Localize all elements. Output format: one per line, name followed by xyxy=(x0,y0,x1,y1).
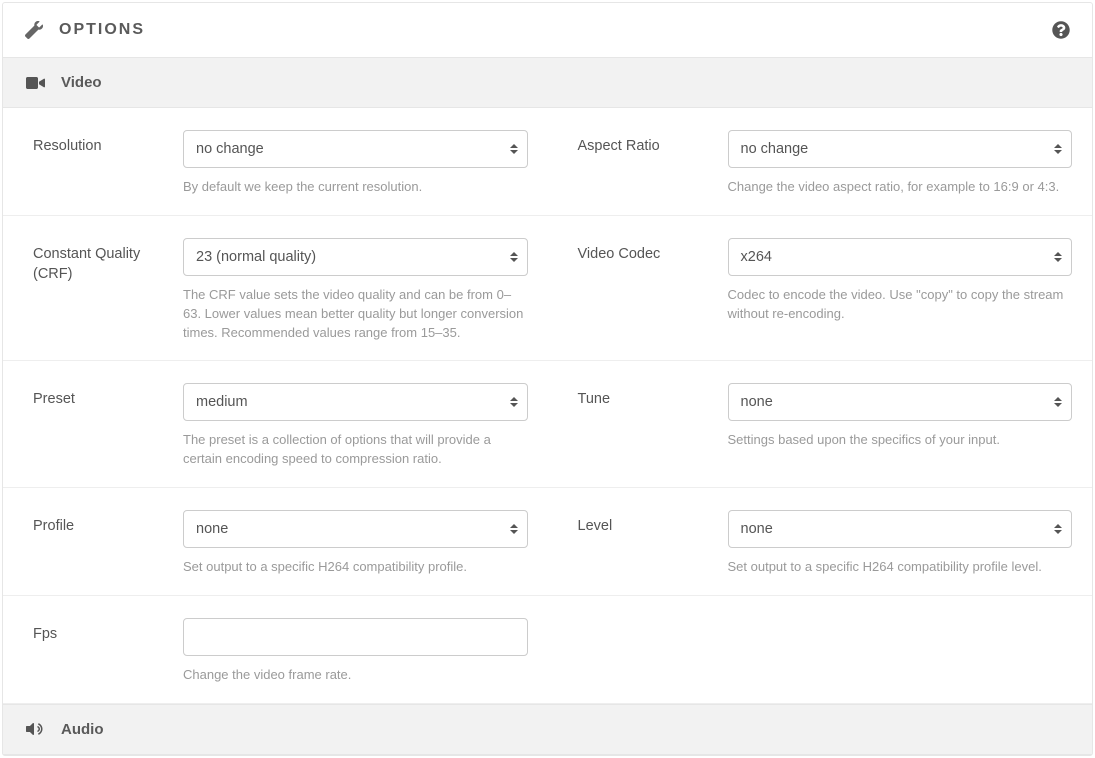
profile-help: Set output to a specific H264 compatibil… xyxy=(183,558,528,577)
help-icon[interactable] xyxy=(1052,21,1070,39)
row-fps: Fps Change the video frame rate. xyxy=(3,596,1092,704)
field-profile: Profile none Set output to a specific H2… xyxy=(3,510,548,577)
field-preset: Preset medium The preset is a collection… xyxy=(3,383,548,469)
aspect-ratio-select[interactable]: no change xyxy=(728,130,1073,168)
crf-value: 23 (normal quality) xyxy=(196,249,316,265)
tune-value: none xyxy=(741,394,773,410)
aspect-ratio-help: Change the video aspect ratio, for examp… xyxy=(728,178,1073,197)
level-help: Set output to a specific H264 compatibil… xyxy=(728,558,1073,577)
row-profile-level: Profile none Set output to a specific H2… xyxy=(3,488,1092,596)
profile-label: Profile xyxy=(3,510,183,577)
fps-input[interactable] xyxy=(183,618,528,656)
fps-help: Change the video frame rate. xyxy=(183,666,528,685)
video-codec-help: Codec to encode the video. Use "copy" to… xyxy=(728,286,1073,324)
panel-title: OPTIONS xyxy=(59,21,145,39)
audio-section-title: Audio xyxy=(61,721,104,738)
profile-value: none xyxy=(196,521,228,537)
row-resolution-aspect: Resolution no change By default we keep … xyxy=(3,108,1092,216)
level-value: none xyxy=(741,521,773,537)
resolution-select[interactable]: no change xyxy=(183,130,528,168)
resolution-label: Resolution xyxy=(3,130,183,197)
level-select[interactable]: none xyxy=(728,510,1073,548)
resolution-value: no change xyxy=(196,141,264,157)
resolution-help: By default we keep the current resolutio… xyxy=(183,178,528,197)
level-label: Level xyxy=(548,510,728,577)
field-level: Level none Set output to a specific H264… xyxy=(548,510,1093,577)
video-codec-select[interactable]: x264 xyxy=(728,238,1073,276)
field-fps: Fps Change the video frame rate. xyxy=(3,618,548,685)
row-crf-codec: Constant Quality (CRF) 23 (normal qualit… xyxy=(3,216,1092,362)
fps-label: Fps xyxy=(3,618,183,685)
row-preset-tune: Preset medium The preset is a collection… xyxy=(3,361,1092,488)
wrench-icon xyxy=(25,21,43,39)
tune-help: Settings based upon the specifics of you… xyxy=(728,431,1073,450)
volume-icon xyxy=(25,721,45,737)
video-camera-icon xyxy=(25,75,45,91)
aspect-ratio-label: Aspect Ratio xyxy=(548,130,728,197)
profile-select[interactable]: none xyxy=(183,510,528,548)
video-codec-label: Video Codec xyxy=(548,238,728,343)
field-resolution: Resolution no change By default we keep … xyxy=(3,130,548,197)
field-aspect-ratio: Aspect Ratio no change Change the video … xyxy=(548,130,1093,197)
preset-label: Preset xyxy=(3,383,183,469)
tune-select[interactable]: none xyxy=(728,383,1073,421)
tune-label: Tune xyxy=(548,383,728,469)
video-codec-value: x264 xyxy=(741,249,772,265)
options-panel: OPTIONS Video Resolution no change By de… xyxy=(2,2,1093,756)
aspect-ratio-value: no change xyxy=(741,141,809,157)
video-section-header: Video xyxy=(3,58,1092,108)
field-tune: Tune none Settings based upon the specif… xyxy=(548,383,1093,469)
panel-header: OPTIONS xyxy=(3,3,1092,58)
audio-section-header: Audio xyxy=(3,704,1092,755)
video-section-title: Video xyxy=(61,74,102,91)
crf-select[interactable]: 23 (normal quality) xyxy=(183,238,528,276)
preset-value: medium xyxy=(196,394,248,410)
field-crf: Constant Quality (CRF) 23 (normal qualit… xyxy=(3,238,548,343)
crf-label: Constant Quality (CRF) xyxy=(3,238,183,343)
preset-help: The preset is a collection of options th… xyxy=(183,431,528,469)
field-video-codec: Video Codec x264 Codec to encode the vid… xyxy=(548,238,1093,343)
preset-select[interactable]: medium xyxy=(183,383,528,421)
crf-help: The CRF value sets the video quality and… xyxy=(183,286,528,343)
